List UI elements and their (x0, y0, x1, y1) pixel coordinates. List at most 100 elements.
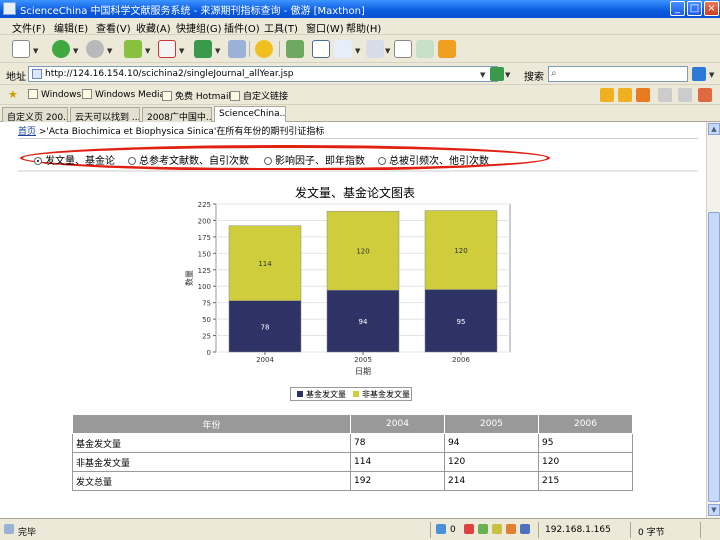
toolbar-separator (249, 41, 250, 57)
menu-bar: 文件(F) 编辑(E) 查看(V) 收藏(A) 快捷组(G) 插件(O) 工具(… (0, 18, 720, 35)
tab-forward-icon[interactable] (618, 88, 632, 102)
table-cell: 基金发文量 (72, 433, 351, 453)
tab-back-icon[interactable] (600, 88, 614, 102)
vertical-scrollbar[interactable]: ▲ ▼ (706, 122, 720, 518)
home-icon[interactable] (228, 40, 246, 58)
tab-list-icon[interactable] (658, 88, 672, 102)
stop-icon[interactable] (158, 40, 176, 58)
tab-strip: 自定义页 200... 云天可以找到 ... 2008广中国中... Scien… (0, 105, 720, 123)
undo-icon[interactable] (334, 40, 352, 58)
tab-custom-page[interactable]: 自定义页 200... (2, 107, 68, 122)
chevron-down-icon[interactable]: ▼ (480, 71, 485, 79)
toolbar-separator (279, 41, 280, 57)
plugin-icon[interactable] (438, 40, 456, 58)
status-separator (630, 522, 631, 538)
search-go-icon[interactable] (692, 67, 706, 81)
search-input[interactable]: ⌕ (548, 66, 688, 82)
chevron-down-icon[interactable]: ▼ (215, 47, 220, 55)
table-cell: 发文总量 (72, 471, 351, 491)
status-separator (430, 522, 431, 538)
chevron-down-icon[interactable]: ▼ (709, 71, 714, 79)
menu-tools[interactable]: 工具(T) (264, 20, 298, 35)
y-tick-label: 175 (198, 234, 211, 242)
table-cell: 120 (444, 452, 539, 472)
scroll-up-icon[interactable]: ▲ (708, 123, 720, 135)
menu-view[interactable]: 查看(V) (96, 20, 131, 35)
chevron-down-icon[interactable]: ▼ (73, 47, 78, 55)
link-windows[interactable]: Windows (28, 89, 81, 100)
close-tab-icon[interactable] (698, 88, 712, 102)
search-icon: ⌕ (551, 68, 557, 79)
y-tick-label: 225 (198, 201, 211, 209)
address-label: 地址 (6, 72, 26, 83)
tab-search[interactable]: 云天可以找到 ... (70, 107, 140, 122)
menu-plugins[interactable]: 插件(O) (224, 20, 260, 35)
back-icon[interactable] (52, 40, 70, 58)
tab-sciencechina[interactable]: ScienceChina... (214, 106, 286, 123)
tab-news[interactable]: 2008广中国中... (142, 107, 212, 122)
link-windows-media[interactable]: Windows Media (82, 89, 165, 100)
edit-icon[interactable] (416, 40, 434, 58)
new-page-icon[interactable] (12, 40, 30, 58)
table-cell: 95 (538, 433, 633, 453)
menu-window[interactable]: 窗口(W) (306, 20, 344, 35)
sound-icon[interactable] (506, 524, 516, 534)
page-icon (82, 89, 92, 99)
chevron-down-icon[interactable]: ▼ (33, 47, 38, 55)
forward-icon[interactable] (86, 40, 104, 58)
page-icon (162, 91, 172, 101)
menu-groups[interactable]: 快捷组(G) (176, 20, 222, 35)
browser-logo-icon (3, 2, 16, 15)
blocked-count: 0 (450, 525, 456, 535)
popup-blocker-icon[interactable] (436, 524, 446, 534)
network-icon[interactable] (520, 524, 530, 534)
page-status-icon (4, 524, 14, 534)
chevron-down-icon[interactable]: ▼ (179, 47, 184, 55)
y-tick-label: 75 (202, 300, 211, 308)
scroll-thumb[interactable] (708, 212, 720, 502)
tab-close-icon[interactable] (636, 88, 650, 102)
menu-edit[interactable]: 编辑(E) (54, 20, 88, 35)
refresh-icon[interactable] (194, 40, 212, 58)
table-row: 发文总量 192 214 215 (72, 471, 633, 491)
legend-label-funded: 基金发文量 (306, 390, 346, 399)
menu-favorites[interactable]: 收藏(A) (136, 20, 171, 35)
chevron-down-icon[interactable]: ▼ (355, 47, 360, 55)
link-custom[interactable]: 自定义链接 (230, 89, 288, 102)
image-icon[interactable] (492, 524, 502, 534)
columns-icon[interactable] (366, 40, 384, 58)
link-hotmail[interactable]: 免费 Hotmail (162, 89, 231, 102)
y-tick-label: 200 (198, 217, 211, 225)
close-button[interactable]: × (704, 1, 719, 16)
window-icon[interactable] (394, 40, 412, 58)
minimize-button[interactable]: _ (670, 1, 685, 16)
menu-help[interactable]: 帮助(H) (346, 20, 381, 35)
status-separator (700, 522, 701, 538)
chevron-down-icon[interactable]: ▼ (505, 71, 510, 79)
plugin-status-icon[interactable] (478, 524, 488, 534)
address-bar: 地址 http://124.16.154.10/scichina2/single… (0, 63, 720, 85)
url-input[interactable]: http://124.16.154.10/scichina2/singleJou… (28, 66, 498, 82)
scroll-down-icon[interactable]: ▼ (708, 504, 720, 516)
restore-icon[interactable] (678, 88, 692, 102)
favorites-star-icon[interactable] (255, 40, 273, 58)
chevron-down-icon[interactable]: ▼ (145, 47, 150, 55)
go-icon[interactable] (490, 67, 504, 81)
x-tick-label: 2005 (354, 356, 372, 364)
data-table: 年份 2004 2005 2006 基金发文量 78 94 95 非基金发文量 … (72, 414, 633, 491)
chevron-down-icon[interactable]: ▼ (385, 47, 390, 55)
ad-filter-icon[interactable] (464, 524, 474, 534)
url-text: http://124.16.154.10/scichina2/singleJou… (45, 69, 294, 79)
screen-icon[interactable] (312, 40, 330, 58)
maximize-button[interactable]: □ (687, 1, 702, 16)
title-bar: ScienceChina 中国科学文献服务系统 - 来源期刊指标查询 - 傲游 … (0, 0, 720, 18)
chevron-down-icon[interactable]: ▼ (107, 47, 112, 55)
page-icon (230, 91, 240, 101)
refresh-all-icon[interactable] (124, 40, 142, 58)
y-tick-label: 125 (198, 267, 211, 275)
menu-file[interactable]: 文件(F) (12, 20, 46, 35)
split-icon[interactable] (286, 40, 304, 58)
y-tick-label: 150 (198, 250, 211, 258)
page-content: 首页 >'Acta Biochimica et Biophysica Sinic… (0, 122, 706, 518)
transfer-speed: 0 字节 (638, 528, 665, 538)
